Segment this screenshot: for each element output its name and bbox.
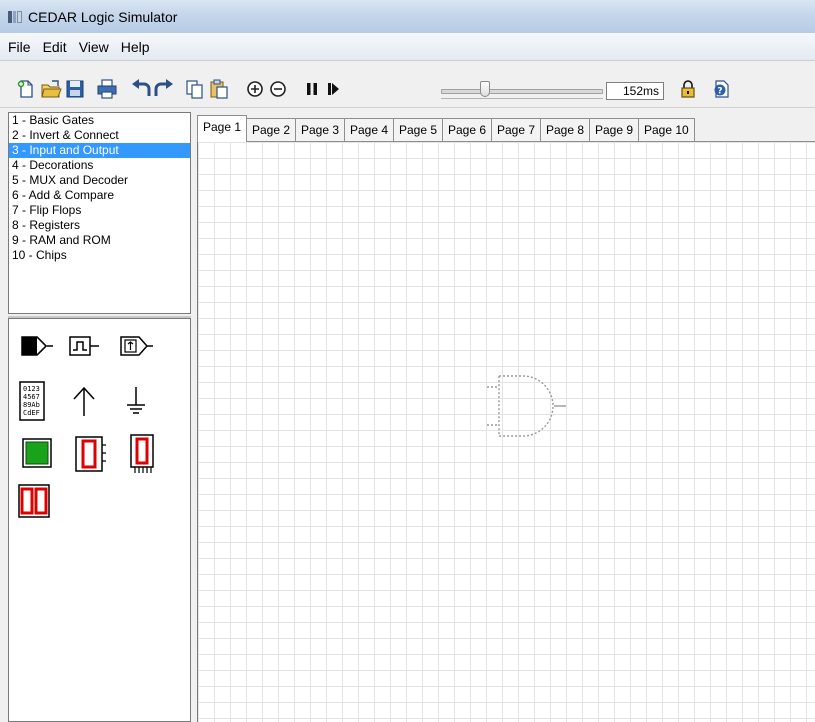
tab-page-3[interactable]: Page 3 — [295, 118, 346, 142]
ground-icon — [127, 387, 145, 414]
palette-dual-seven-segment[interactable] — [17, 483, 53, 523]
palette-ground[interactable] — [123, 385, 149, 417]
new-file-button[interactable] — [15, 78, 37, 100]
copy-icon — [186, 80, 203, 99]
slider-underline — [441, 98, 603, 99]
library-item[interactable]: 3 - Input and Output — [9, 143, 190, 158]
palette-keypad[interactable] — [117, 333, 157, 359]
library-item[interactable]: 10 - Chips — [9, 248, 190, 263]
library-item[interactable]: 7 - Flip Flops — [9, 203, 190, 218]
tab-page-4[interactable]: Page 4 — [344, 118, 395, 142]
lock-icon — [681, 80, 695, 98]
svg-text:CdEF: CdEF — [23, 409, 40, 417]
power-up-arrow-icon — [73, 386, 95, 416]
print-button[interactable] — [96, 78, 118, 100]
dual-seven-segment-display-icon — [18, 484, 50, 518]
toggle-switch-icon — [21, 336, 53, 356]
menu-bar: File Edit View Help — [0, 33, 815, 61]
svg-text:?: ? — [717, 87, 722, 97]
circuit-canvas[interactable] — [197, 141, 815, 722]
tab-page-7[interactable]: Page 7 — [491, 118, 542, 142]
menu-help[interactable]: Help — [115, 33, 156, 61]
menu-edit[interactable]: Edit — [37, 33, 73, 61]
library-list[interactable]: 1 - Basic Gates 2 - Invert & Connect 3 -… — [8, 112, 191, 314]
seven-segment-display-icon — [75, 436, 106, 472]
tab-page-9[interactable]: Page 9 — [589, 118, 640, 142]
paste-button[interactable] — [208, 78, 230, 100]
library-item[interactable]: 1 - Basic Gates — [9, 113, 190, 128]
pause-button[interactable] — [301, 78, 323, 100]
zoom-out-button[interactable] — [267, 78, 289, 100]
open-file-button[interactable] — [40, 78, 62, 100]
menu-view[interactable]: View — [73, 33, 115, 61]
app-icon — [8, 10, 22, 23]
palette-clock[interactable] — [67, 333, 103, 359]
zoom-out-icon — [270, 81, 286, 97]
redo-icon — [154, 79, 173, 96]
svg-text:0123: 0123 — [23, 385, 40, 393]
library-item[interactable]: 6 - Add & Compare — [9, 188, 190, 203]
keypad-input-icon — [120, 336, 153, 356]
step-forward-icon — [328, 83, 339, 95]
title-bar: CEDAR Logic Simulator — [0, 0, 815, 33]
tab-page-8[interactable]: Page 8 — [540, 118, 591, 142]
dragged-and-gate-preview[interactable] — [484, 374, 574, 441]
speed-display: 152ms — [606, 82, 664, 100]
tab-page-10[interactable]: Page 10 — [638, 118, 695, 142]
zoom-in-icon — [247, 81, 263, 97]
hex-keypad-icon: 0123 4567 89Ab CdEF — [19, 381, 45, 421]
floppy-disk-icon — [66, 80, 84, 98]
menu-file[interactable]: File — [2, 33, 37, 61]
and-gate-outline-icon — [487, 375, 566, 437]
palette-hex-keypad[interactable]: 0123 4567 89Ab CdEF — [19, 381, 47, 421]
palette-toggle-input[interactable] — [19, 333, 55, 359]
palette-led[interactable] — [21, 437, 55, 471]
library-item[interactable]: 2 - Invert & Connect — [9, 128, 190, 143]
led-icon — [22, 438, 52, 468]
new-file-icon — [17, 80, 33, 98]
help-button[interactable]: ? — [710, 78, 732, 100]
undo-icon — [132, 79, 151, 96]
zoom-in-button[interactable] — [244, 78, 266, 100]
open-folder-icon — [41, 80, 62, 98]
tab-page-1[interactable]: Page 1 — [197, 115, 248, 142]
decoded-seven-segment-icon — [130, 434, 154, 473]
component-palette: 0123 4567 89Ab CdEF — [8, 318, 191, 722]
svg-text:89Ab: 89Ab — [23, 401, 40, 409]
library-item[interactable]: 4 - Decorations — [9, 158, 190, 173]
toolbar: 152ms ? — [0, 61, 815, 108]
tab-page-2[interactable]: Page 2 — [246, 118, 297, 142]
undo-button[interactable] — [130, 78, 152, 100]
redo-button[interactable] — [153, 78, 175, 100]
speed-slider-track[interactable] — [441, 89, 603, 94]
speed-slider-thumb[interactable] — [479, 81, 490, 97]
page-tabs: Page 1 Page 2 Page 3 Page 4 Page 5 Page … — [197, 115, 815, 142]
tab-page-6[interactable]: Page 6 — [442, 118, 493, 142]
library-item[interactable]: 5 - MUX and Decoder — [9, 173, 190, 188]
printer-icon — [97, 79, 117, 99]
tab-page-5[interactable]: Page 5 — [393, 118, 444, 142]
palette-seven-segment-decoded[interactable] — [127, 433, 157, 475]
library-item[interactable]: 9 - RAM and ROM — [9, 233, 190, 248]
svg-text:4567: 4567 — [23, 393, 40, 401]
palette-vcc[interactable] — [69, 385, 99, 417]
help-icon: ? — [714, 80, 729, 98]
lock-button[interactable] — [677, 78, 699, 100]
save-button[interactable] — [64, 78, 86, 100]
paste-icon — [210, 79, 228, 99]
pause-icon — [307, 83, 317, 95]
clock-pulse-icon — [69, 336, 99, 356]
copy-button[interactable] — [184, 78, 206, 100]
step-button[interactable] — [323, 78, 345, 100]
palette-seven-segment[interactable] — [74, 435, 108, 473]
window-title: CEDAR Logic Simulator — [28, 8, 178, 25]
library-item[interactable]: 8 - Registers — [9, 218, 190, 233]
